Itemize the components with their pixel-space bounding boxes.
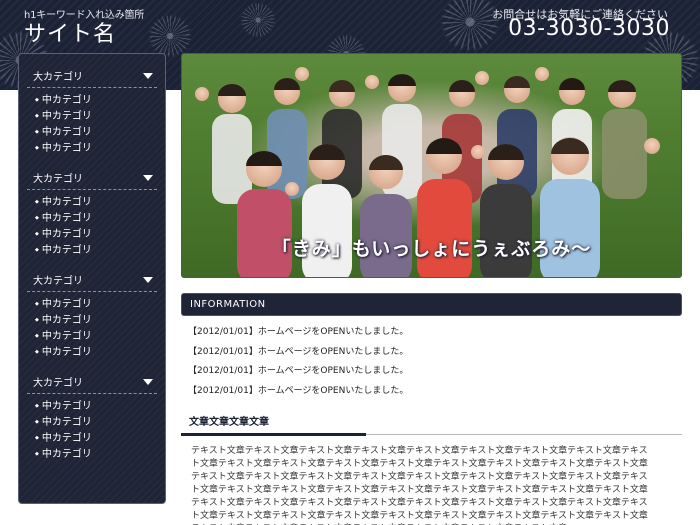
subcategory-link[interactable]: 中カテゴリ xyxy=(27,108,157,124)
section-body-text: テキスト文章テキスト文章テキスト文章テキスト文章テキスト文章テキスト文章テキスト… xyxy=(191,446,648,525)
phone-number[interactable]: 03-3030-3030 xyxy=(508,16,670,41)
chevron-down-icon xyxy=(143,378,153,385)
subcategory-link[interactable]: 中カテゴリ xyxy=(27,210,157,226)
firework-decoration xyxy=(240,2,276,38)
news-item[interactable]: 【2012/01/01】ホームページをOPENいたしました。 xyxy=(188,344,678,364)
subcategory-list: 中カテゴリ 中カテゴリ 中カテゴリ 中カテゴリ xyxy=(27,394,157,462)
site-logo[interactable]: サイト名 xyxy=(24,16,116,48)
subcategory-list: 中カテゴリ 中カテゴリ 中カテゴリ 中カテゴリ xyxy=(27,190,157,258)
category-group: 大カテゴリ 中カテゴリ 中カテゴリ 中カテゴリ 中カテゴリ xyxy=(27,166,157,258)
category-label: 大カテゴリ xyxy=(33,174,83,185)
subcategory-link[interactable]: 中カテゴリ xyxy=(27,328,157,344)
firework-decoration xyxy=(148,14,192,58)
subcategory-link[interactable]: 中カテゴリ xyxy=(27,296,157,312)
category-header[interactable]: 大カテゴリ xyxy=(27,64,157,88)
category-label: 大カテゴリ xyxy=(33,378,83,389)
subcategory-link[interactable]: 中カテゴリ xyxy=(27,242,157,258)
section-heading: 文章文章文章文章 xyxy=(181,413,682,436)
subcategory-link[interactable]: 中カテゴリ xyxy=(27,92,157,108)
chevron-down-icon xyxy=(143,72,153,79)
category-group: 大カテゴリ 中カテゴリ 中カテゴリ 中カテゴリ 中カテゴリ xyxy=(27,64,157,156)
category-header[interactable]: 大カテゴリ xyxy=(27,370,157,394)
category-group: 大カテゴリ 中カテゴリ 中カテゴリ 中カテゴリ 中カテゴリ xyxy=(27,370,157,462)
sidebar-nav: 大カテゴリ 中カテゴリ 中カテゴリ 中カテゴリ 中カテゴリ 大カテゴリ 中カテゴ… xyxy=(18,53,166,504)
subcategory-link[interactable]: 中カテゴリ xyxy=(27,140,157,156)
hero-caption: 「きみ」もいっしょにうぇぶろみ〜 xyxy=(271,238,592,260)
category-label: 大カテゴリ xyxy=(33,72,83,83)
category-header[interactable]: 大カテゴリ xyxy=(27,268,157,292)
category-header[interactable]: 大カテゴリ xyxy=(27,166,157,190)
subcategory-link[interactable]: 中カテゴリ xyxy=(27,344,157,360)
subcategory-link[interactable]: 中カテゴリ xyxy=(27,226,157,242)
firework-decoration xyxy=(440,0,500,52)
subcategory-link[interactable]: 中カテゴリ xyxy=(27,124,157,140)
category-label: 大カテゴリ xyxy=(33,276,83,287)
subcategory-link[interactable]: 中カテゴリ xyxy=(27,446,157,462)
subcategory-link[interactable]: 中カテゴリ xyxy=(27,398,157,414)
subcategory-list: 中カテゴリ 中カテゴリ 中カテゴリ 中カテゴリ xyxy=(27,88,157,156)
subcategory-link[interactable]: 中カテゴリ xyxy=(27,312,157,328)
subcategory-link[interactable]: 中カテゴリ xyxy=(27,194,157,210)
news-item[interactable]: 【2012/01/01】ホームページをOPENいたしました。 xyxy=(188,363,678,383)
hero-image: 「きみ」もいっしょにうぇぶろみ〜 xyxy=(181,53,682,278)
information-heading: INFORMATION xyxy=(181,293,682,316)
news-item[interactable]: 【2012/01/01】ホームページをOPENいたしました。 xyxy=(188,383,678,403)
news-item[interactable]: 【2012/01/01】ホームページをOPENいたしました。 xyxy=(188,324,678,344)
category-group: 大カテゴリ 中カテゴリ 中カテゴリ 中カテゴリ 中カテゴリ xyxy=(27,268,157,360)
chevron-down-icon xyxy=(143,276,153,283)
news-list: 【2012/01/01】ホームページをOPENいたしました。 【2012/01/… xyxy=(188,324,678,402)
subcategory-link[interactable]: 中カテゴリ xyxy=(27,430,157,446)
subcategory-list: 中カテゴリ 中カテゴリ 中カテゴリ 中カテゴリ xyxy=(27,292,157,360)
subcategory-link[interactable]: 中カテゴリ xyxy=(27,414,157,430)
chevron-down-icon xyxy=(143,174,153,181)
